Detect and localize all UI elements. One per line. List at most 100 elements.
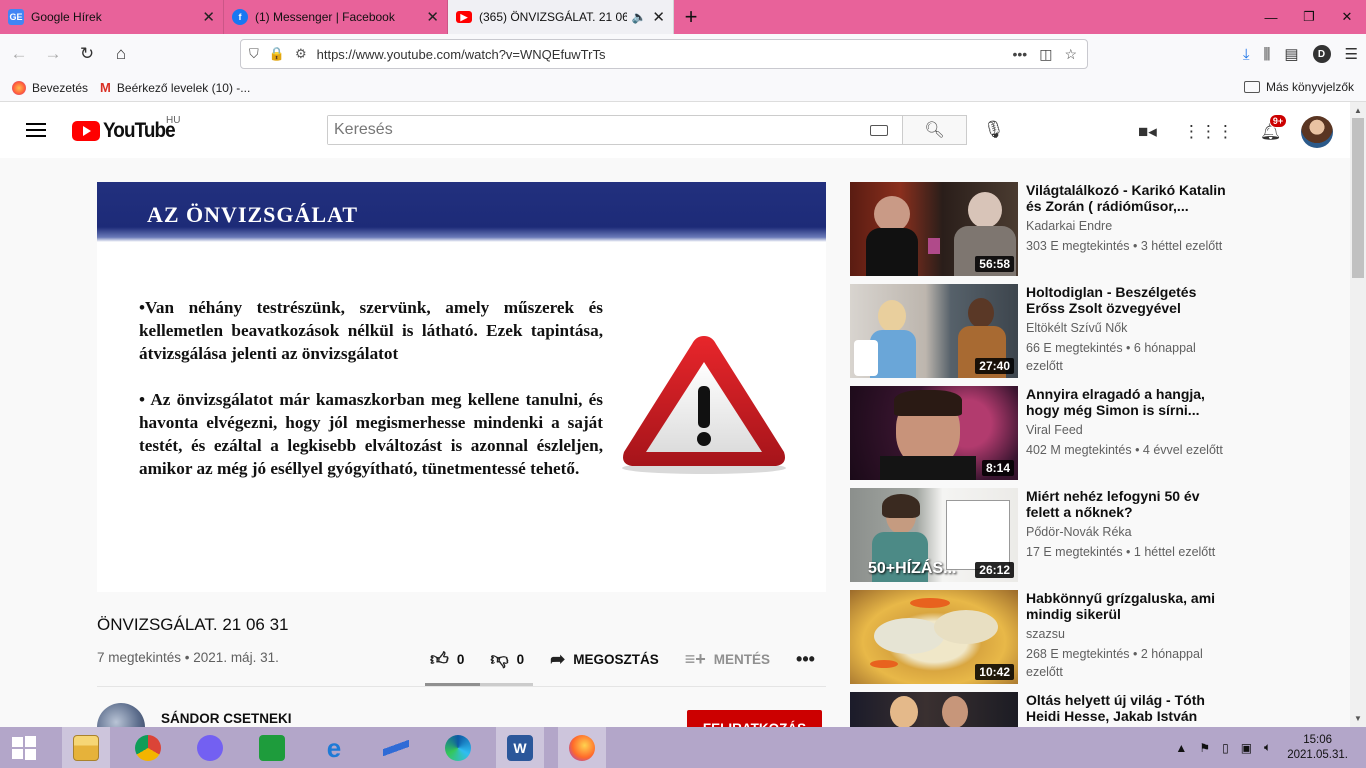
video-thumbnail[interactable] <box>850 692 1018 727</box>
word-icon[interactable]: W <box>496 727 544 768</box>
rec-channel[interactable]: Viral Feed <box>1026 423 1083 437</box>
edge-icon[interactable] <box>434 727 482 768</box>
page-scrollbar[interactable]: ▲ ▼ <box>1350 102 1366 727</box>
chrome-icon[interactable] <box>124 727 172 768</box>
video-thumbnail[interactable]: 50+HÍZÁS... 26:12 <box>850 488 1018 582</box>
download-icon[interactable]: ⤓ <box>1243 46 1250 63</box>
upload-date: 2021. máj. 31. <box>193 650 279 665</box>
rec-channel[interactable]: Pődör-Novák Réka <box>1026 525 1132 539</box>
tab-google-news[interactable]: GE Google Hírek ✕ <box>0 0 224 34</box>
like-count: 0 <box>456 651 465 667</box>
video-player[interactable]: AZ ÖNVIZSGÁLAT •Van néhány testrészünk, … <box>97 182 826 592</box>
rec-title[interactable]: Holtodiglan - Beszélgetés Erőss Zsolt öz… <box>1026 284 1231 316</box>
video-thumbnail[interactable]: 56:58 <box>850 182 1018 276</box>
menu-icon[interactable]: ☰ <box>1345 45 1358 63</box>
tab-youtube[interactable]: ▶ (365) ÖNVIZSGÁLAT. 21 06 31 🔈 ✕ <box>448 0 674 34</box>
notification-badge: 9+ <box>1268 114 1288 128</box>
url-text[interactable]: https://www.youtube.com/watch?v=WNQEfuwT… <box>317 47 1013 62</box>
keyboard-icon[interactable] <box>870 124 888 136</box>
flag-icon[interactable]: ⚑ <box>1199 741 1210 755</box>
sidebar-icon[interactable]: ▤ <box>1284 45 1298 63</box>
internet-explorer-icon[interactable]: e <box>310 727 358 768</box>
more-actions-button[interactable]: ••• <box>796 649 823 670</box>
close-window-icon[interactable]: ✕ <box>1328 0 1366 34</box>
url-bar[interactable]: ⛉ 🔒 ⚙ https://www.youtube.com/watch?v=WN… <box>240 39 1088 69</box>
hamburger-menu-icon[interactable] <box>26 123 46 137</box>
save-button[interactable]: ≡+ MENTÉS <box>685 649 770 670</box>
shield-icon[interactable]: ⛉ <box>249 46 259 62</box>
scroll-down-icon[interactable]: ▼ <box>1354 714 1362 723</box>
windows-start-icon[interactable] <box>0 727 48 768</box>
list-item[interactable]: 50+HÍZÁS... 26:12 Miért nehéz lefogyni 5… <box>850 488 1230 582</box>
share-button[interactable]: ➦ MEGOSZTÁS <box>550 649 659 670</box>
viber-icon[interactable] <box>186 727 234 768</box>
device-icon[interactable]: ▯ <box>1222 741 1229 755</box>
close-tab-icon[interactable]: ✕ <box>652 8 665 26</box>
rec-title[interactable]: Oltás helyett új világ - Tóth Heidi Hess… <box>1026 692 1230 724</box>
volume-icon[interactable]: 🔈︎ <box>1264 740 1271 755</box>
page-actions-icon[interactable]: ••• <box>1012 46 1027 63</box>
list-item[interactable]: 56:58 Világtalálkozó - Karikó Katalin és… <box>850 182 1230 276</box>
youtube-logo[interactable]: YouTube HU <box>72 115 183 143</box>
clock[interactable]: 15:06 2021.05.31. <box>1287 733 1348 763</box>
create-video-icon[interactable]: ■◂ <box>1138 122 1157 142</box>
warning-triangle-icon <box>622 336 786 474</box>
file-explorer-icon[interactable] <box>62 727 110 768</box>
other-bookmarks[interactable]: Más könyvjelzők <box>1243 80 1354 94</box>
bookmark-bevezetes[interactable]: Bevezetés <box>12 80 88 95</box>
restore-icon[interactable]: ❐ <box>1290 0 1328 34</box>
channel-name[interactable]: SÁNDOR CSETNEKI <box>161 711 292 726</box>
list-item[interactable]: 27:40 Holtodiglan - Beszélgetés Erőss Zs… <box>850 284 1230 378</box>
like-button[interactable]: 👍︎ 0 <box>430 648 464 670</box>
bookmark-gmail[interactable]: M Beérkező levelek (10) -... <box>100 80 250 95</box>
rec-channel[interactable]: Kadarkai Endre <box>1026 219 1112 233</box>
back-arrow-icon[interactable]: ← <box>4 39 34 69</box>
firefox-taskbar-icon[interactable] <box>558 727 606 768</box>
scroll-up-icon[interactable]: ▲ <box>1354 106 1362 115</box>
forward-arrow-icon[interactable]: → <box>38 39 68 69</box>
speaker-icon[interactable]: 🔈 <box>631 10 646 24</box>
list-item[interactable]: 8:14 Annyira elragadó a hangja, hogy még… <box>850 386 1230 480</box>
search-input[interactable] <box>328 116 870 144</box>
new-tab-button[interactable]: + <box>674 0 708 34</box>
apps-grid-icon[interactable]: ⋮⋮⋮ <box>1183 122 1234 142</box>
bookmarks-bar: Bevezetés M Beérkező levelek (10) -... M… <box>0 74 1366 102</box>
rec-title[interactable]: Habkönnyű grízgaluska, ami mindig sikerü… <box>1026 590 1231 622</box>
close-tab-icon[interactable]: ✕ <box>202 8 215 26</box>
rec-title[interactable]: Miért nehéz lefogyni 50 év felett a nőkn… <box>1026 488 1231 520</box>
clock-date: 2021.05.31. <box>1287 748 1348 761</box>
close-tab-icon[interactable]: ✕ <box>426 8 439 26</box>
reload-icon[interactable]: ↻ <box>72 39 102 69</box>
library-icon[interactable]: ⫼ <box>1263 46 1270 63</box>
video-thumbnail[interactable]: 10:42 <box>850 590 1018 684</box>
rec-channel[interactable]: szazsu <box>1026 627 1065 641</box>
scroll-thumb[interactable] <box>1352 118 1364 278</box>
notifications-bell-icon[interactable]: 🔔︎ 9+ <box>1260 114 1288 142</box>
rec-title[interactable]: Annyira elragadó a hangja, hogy még Simo… <box>1026 386 1231 418</box>
scanner-icon[interactable] <box>372 727 420 768</box>
bookmark-star-icon[interactable]: ☆ <box>1064 46 1077 63</box>
user-avatar[interactable] <box>1301 116 1334 148</box>
list-item[interactable]: Oltás helyett új világ - Tóth Heidi Hess… <box>850 692 1230 727</box>
youtube-icon: ▶ <box>456 11 472 23</box>
minimize-icon[interactable]: — <box>1252 0 1290 34</box>
search-button[interactable]: 🔍︎ <box>902 115 967 145</box>
list-item[interactable]: 10:42 Habkönnyű grízgaluska, ami mindig … <box>850 590 1230 684</box>
account-avatar[interactable]: D <box>1312 45 1331 63</box>
network-icon[interactable]: ▣ <box>1241 741 1252 755</box>
store-icon[interactable] <box>248 727 296 768</box>
lock-icon[interactable]: 🔒 <box>269 46 285 62</box>
tray-expand-icon[interactable]: ▲ <box>1175 741 1187 755</box>
pocket-icon[interactable]: ◫ <box>1039 46 1052 63</box>
home-icon[interactable]: ⌂ <box>106 39 136 69</box>
video-thumbnail[interactable]: 8:14 <box>850 386 1018 480</box>
dislike-button[interactable]: 👎︎ 0 <box>490 648 524 670</box>
save-label: MENTÉS <box>713 651 771 667</box>
tab-messenger[interactable]: f (1) Messenger | Facebook ✕ <box>224 0 448 34</box>
thumbs-up-icon: 👍︎ <box>430 649 449 669</box>
video-thumbnail[interactable]: 27:40 <box>850 284 1018 378</box>
rec-title[interactable]: Világtalálkozó - Karikó Katalin és Zorán… <box>1026 182 1231 214</box>
permissions-icon[interactable]: ⚙ <box>295 46 307 62</box>
microphone-icon[interactable]: 🎙︎ <box>983 120 1005 140</box>
rec-channel[interactable]: Eltökélt Szívű Nők <box>1026 321 1127 335</box>
